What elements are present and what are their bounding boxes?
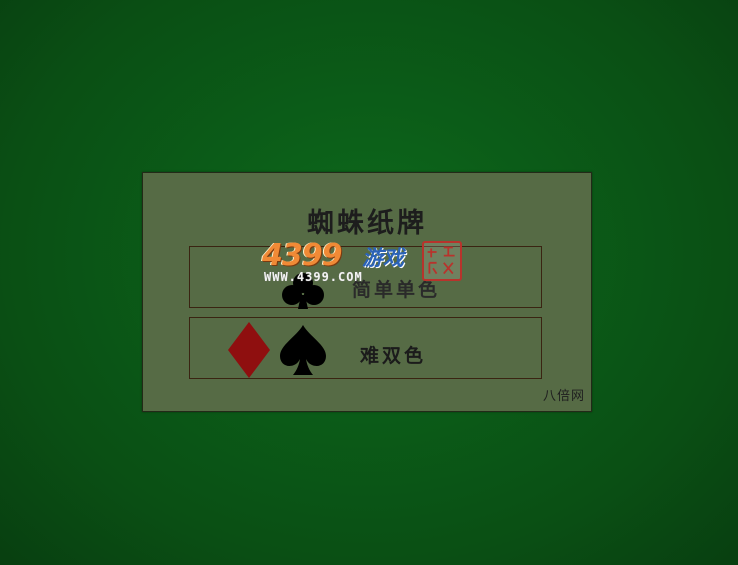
dialog-title: 蜘蛛纸牌 (307, 208, 427, 239)
watermark-number: 4399 (262, 238, 342, 273)
spade-icon (280, 325, 326, 375)
hard-two-suit-button[interactable]: 难双色 (189, 317, 542, 379)
diamond-icon (228, 322, 270, 378)
watermark-brand-text: 游戏 (362, 246, 404, 270)
seal-stamp-icon (422, 241, 462, 281)
hard-option-label: 难双色 (360, 345, 427, 367)
site-watermark-logo: 4399 游戏 WWW.4399.COM (262, 238, 467, 286)
footer-credit: 八倍网 (542, 389, 585, 404)
game-mode-dialog: 蜘蛛纸牌 简单单色 难双色 八倍网 (142, 172, 592, 412)
watermark-url: WWW.4399.COM (264, 270, 363, 284)
